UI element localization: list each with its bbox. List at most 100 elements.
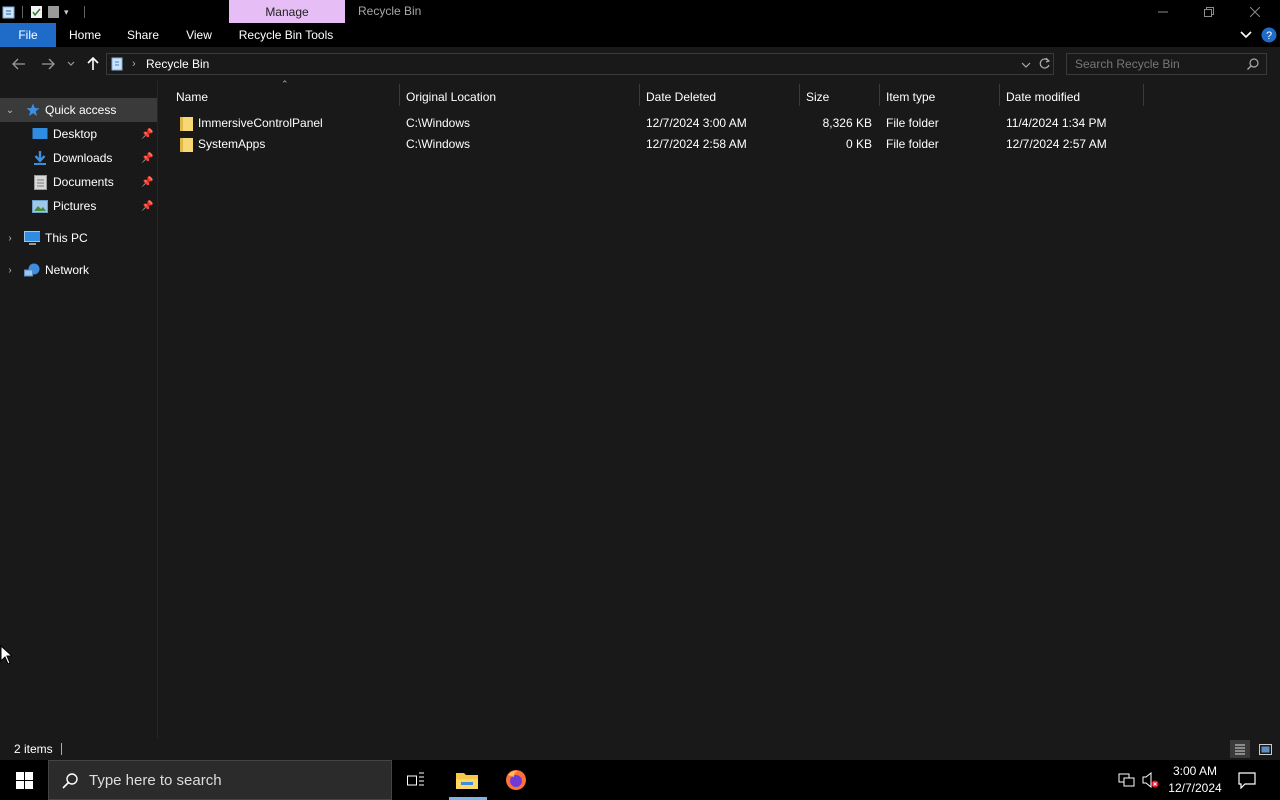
help-button[interactable]: ?	[1261, 27, 1277, 43]
breadcrumb-recycle-bin[interactable]: Recycle Bin	[146, 54, 209, 74]
sidebar-item-downloads[interactable]: Downloads 📌	[0, 146, 157, 170]
recent-locations-button[interactable]	[62, 55, 80, 73]
download-icon	[32, 150, 48, 166]
taskbar-search-box[interactable]: Type here to search	[48, 760, 392, 800]
file-explorer-icon	[456, 773, 478, 789]
action-center-icon	[1238, 772, 1256, 790]
close-button[interactable]	[1232, 0, 1278, 23]
network-tray-icon[interactable]	[1118, 772, 1136, 791]
navigation-pane: ⌄ Quick access Desktop 📌 Downloads 📌 Doc…	[0, 98, 157, 738]
notifications-button[interactable]	[1238, 772, 1256, 792]
arrow-left-icon	[12, 58, 25, 70]
tab-share[interactable]: Share	[122, 23, 164, 47]
properties-icon[interactable]	[30, 5, 43, 19]
folder-icon	[180, 117, 193, 131]
cell-location: C:\Windows	[406, 116, 471, 130]
sidebar-item-this-pc[interactable]: › This PC	[0, 226, 157, 250]
desktop-icon	[32, 126, 48, 142]
column-header-date-modified[interactable]: Date modified	[1000, 85, 1143, 110]
svg-text:?: ?	[1266, 30, 1272, 42]
clock-time: 3:00 AM	[1172, 764, 1218, 778]
address-bar[interactable]: › Recycle Bin	[106, 53, 1054, 75]
details-view-button[interactable]	[1230, 740, 1250, 758]
toolbar-separator	[84, 5, 85, 18]
search-icon[interactable]	[1247, 58, 1259, 73]
large-icons-view-icon	[1258, 743, 1272, 755]
chevron-right-icon[interactable]: ›	[4, 233, 16, 244]
new-folder-icon[interactable]	[47, 5, 60, 19]
tab-home[interactable]: Home	[63, 23, 107, 47]
cell-date-deleted: 12/7/2024 3:00 AM	[646, 116, 747, 130]
customize-toolbar-icon[interactable]: ▾	[64, 5, 77, 19]
chevron-down-icon[interactable]: ⌄	[4, 105, 16, 116]
title-bar: ▾ Manage Recycle Bin	[0, 0, 1280, 23]
sidebar-item-label: Quick access	[45, 103, 117, 117]
item-count: 2 items	[14, 742, 53, 756]
search-icon	[62, 773, 78, 792]
taskbar-firefox[interactable]	[492, 760, 540, 800]
folder-icon	[180, 138, 193, 152]
minimize-button[interactable]	[1140, 0, 1186, 23]
clock-date: 12/7/2024	[1168, 781, 1222, 795]
cell-date-deleted: 12/7/2024 2:58 AM	[646, 137, 747, 151]
sidebar-item-network[interactable]: › Network	[0, 258, 157, 282]
sidebar-item-quick-access[interactable]: ⌄ Quick access	[0, 98, 157, 122]
firefox-icon	[506, 770, 526, 790]
pin-icon: 📌	[141, 152, 154, 164]
search-input[interactable]	[1067, 54, 1242, 74]
column-header-size[interactable]: Size	[800, 85, 879, 110]
column-separator[interactable]	[1143, 84, 1144, 106]
column-header-date-deleted[interactable]: Date Deleted	[640, 85, 799, 110]
tab-file[interactable]: File	[0, 23, 56, 47]
tab-view[interactable]: View	[180, 23, 218, 47]
computer-icon	[24, 230, 40, 246]
chevron-down-icon	[67, 61, 75, 66]
tab-manage[interactable]: Manage	[229, 0, 345, 23]
sidebar-item-documents[interactable]: Documents 📌	[0, 170, 157, 194]
refresh-button[interactable]	[1038, 57, 1051, 73]
document-icon	[32, 174, 48, 190]
recycle-bin-icon[interactable]	[2, 5, 15, 19]
chevron-right-icon[interactable]: ›	[4, 265, 16, 276]
network-icon	[24, 262, 40, 278]
column-header-name[interactable]: Name	[170, 85, 399, 110]
task-view-button[interactable]	[392, 760, 440, 800]
forward-button[interactable]	[38, 55, 58, 73]
pictures-icon	[32, 198, 48, 214]
arrow-right-icon	[42, 58, 55, 70]
close-icon	[1250, 6, 1260, 17]
taskbar-clock[interactable]: 3:00 AM 12/7/2024	[1164, 760, 1226, 800]
back-button[interactable]	[9, 55, 29, 73]
column-header-item-type[interactable]: Item type	[880, 85, 999, 110]
taskbar-file-explorer[interactable]	[443, 760, 491, 800]
help-icon: ?	[1261, 27, 1277, 43]
pin-icon: 📌	[141, 176, 154, 188]
quick-access-toolbar: ▾	[0, 0, 88, 23]
status-bar: 2 items	[0, 738, 1280, 760]
volume-muted-icon[interactable]	[1142, 771, 1160, 791]
sidebar-item-label: Pictures	[53, 199, 97, 213]
cell-name: ImmersiveControlPanel	[198, 116, 323, 130]
cell-size: 0 KB	[845, 137, 872, 151]
cell-size: 8,326 KB	[822, 116, 872, 130]
chevron-down-icon	[1240, 31, 1252, 39]
table-row[interactable]: SystemApps C:\Windows 12/7/2024 2:58 AM …	[170, 134, 1150, 155]
address-history-dropdown[interactable]	[1021, 59, 1031, 73]
cell-item-type: File folder	[886, 116, 939, 130]
expand-ribbon-button[interactable]	[1239, 29, 1253, 41]
up-button[interactable]	[83, 55, 103, 73]
large-icons-view-button[interactable]	[1255, 740, 1275, 758]
ribbon-tabs: File Home Share View Recycle Bin Tools ?	[0, 23, 1280, 47]
cell-name: SystemApps	[198, 137, 266, 151]
sidebar-item-pictures[interactable]: Pictures 📌	[0, 194, 157, 218]
sidebar-item-label: Downloads	[53, 151, 113, 165]
table-row[interactable]: ImmersiveControlPanel C:\Windows 12/7/20…	[170, 113, 1150, 134]
navigation-bar: › Recycle Bin	[0, 47, 1280, 81]
tab-recycle-bin-tools[interactable]: Recycle Bin Tools	[236, 23, 336, 47]
restore-button[interactable]	[1186, 0, 1232, 23]
sidebar-item-desktop[interactable]: Desktop 📌	[0, 122, 157, 146]
start-button[interactable]	[0, 760, 48, 800]
cell-date-modified: 11/4/2024 1:34 PM	[1006, 116, 1107, 130]
file-list: ⌃ Name Original Location Date Deleted Si…	[158, 79, 1280, 738]
column-header-original-location[interactable]: Original Location	[400, 85, 639, 110]
